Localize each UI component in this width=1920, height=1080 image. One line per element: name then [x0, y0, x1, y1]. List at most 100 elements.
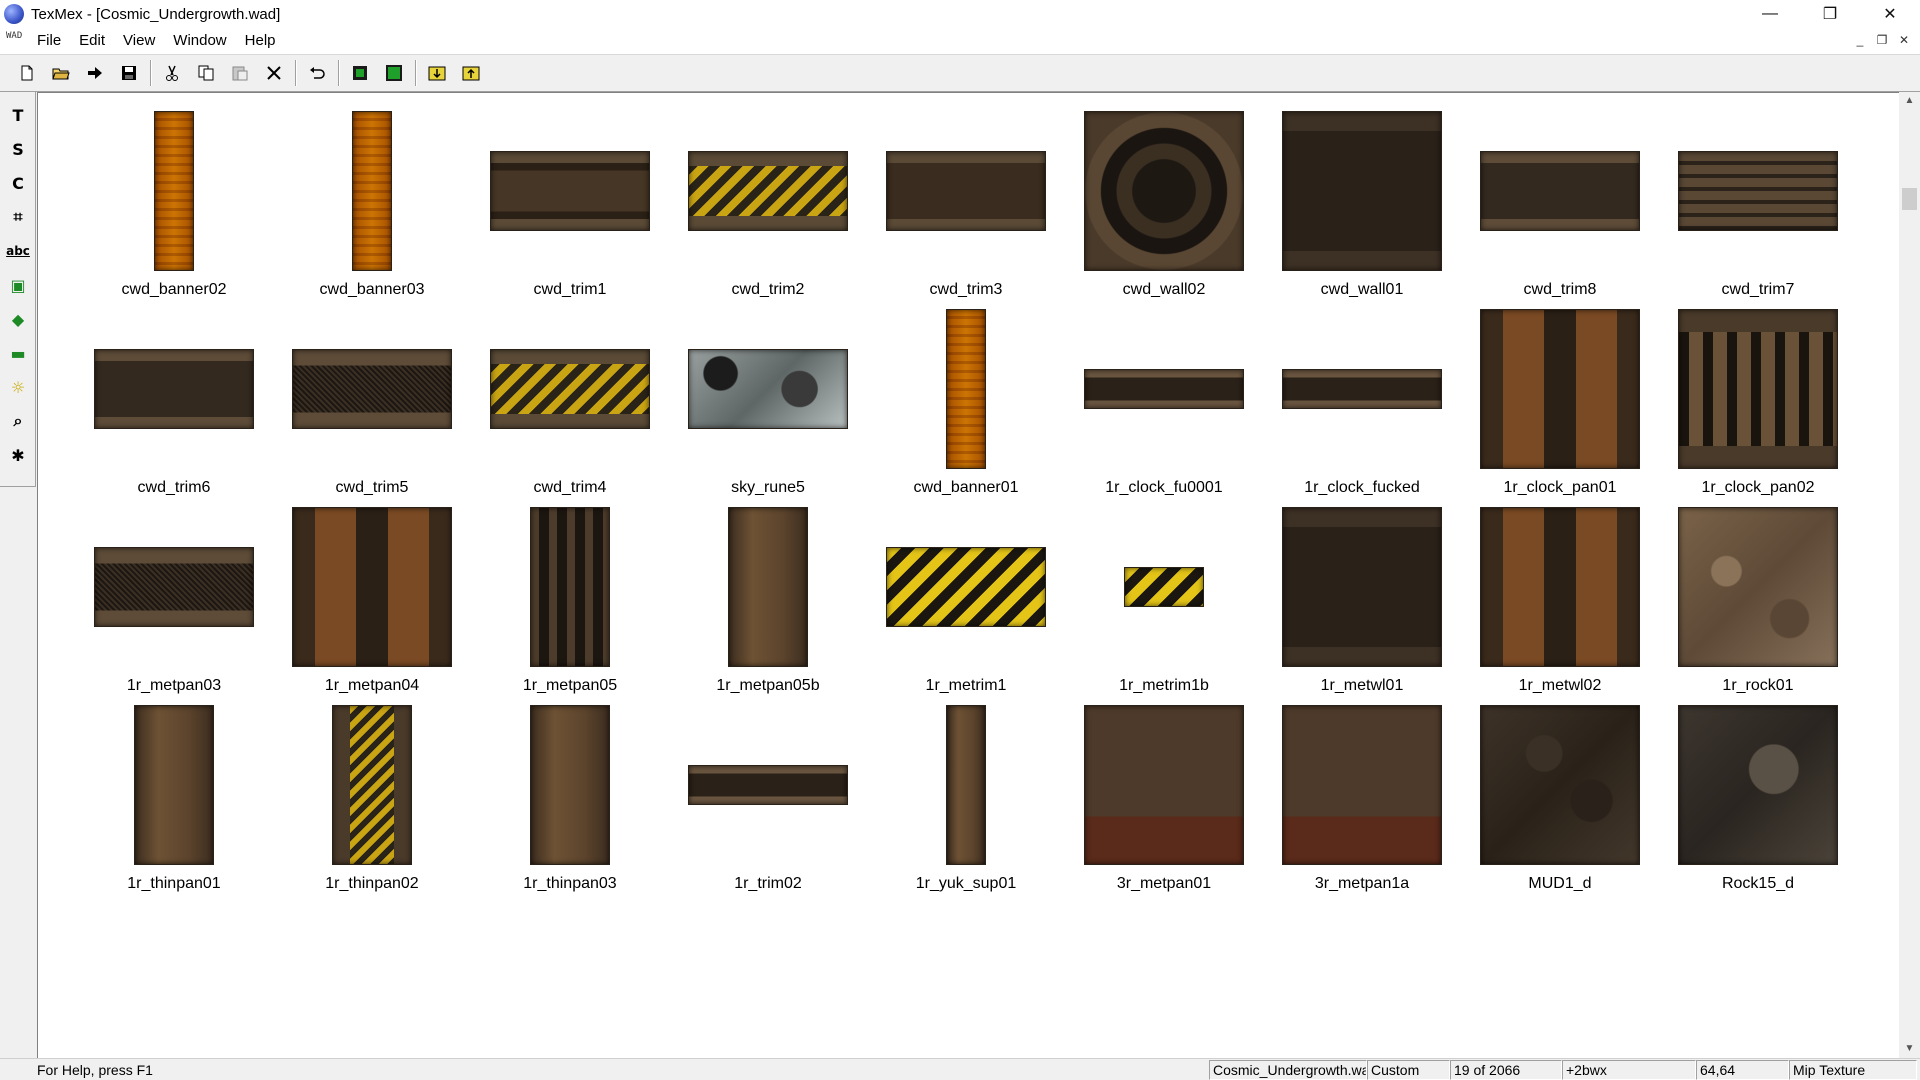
image-tool-button[interactable]: ▣	[0, 268, 36, 302]
texture-thumbnail[interactable]	[1282, 111, 1442, 271]
save-button[interactable]	[112, 58, 146, 88]
texture-thumbnail[interactable]	[292, 349, 452, 429]
stamp-tool-button[interactable]: S	[0, 132, 36, 166]
texture-thumbnail[interactable]	[490, 151, 650, 231]
texture-thumbnail[interactable]	[1480, 151, 1640, 231]
texture-tile[interactable]: 1r_clock_fu0001	[1065, 305, 1263, 503]
texture-tile[interactable]: cwd_trim7	[1659, 107, 1857, 305]
texture-tile[interactable]: cwd_wall02	[1065, 107, 1263, 305]
texture-thumbnail[interactable]	[1084, 111, 1244, 271]
menu-edit[interactable]: Edit	[70, 28, 114, 54]
gem-tool-button[interactable]: ◆	[0, 302, 36, 336]
texture-tile[interactable]: sky_rune5	[669, 305, 867, 503]
texture-tile[interactable]: MUD1_d	[1461, 701, 1659, 899]
texture-tile[interactable]: cwd_banner01	[867, 305, 1065, 503]
texture-tile[interactable]: 1r_metpan03	[75, 503, 273, 701]
minimize-button[interactable]: —	[1740, 0, 1800, 28]
menu-file[interactable]: File	[28, 28, 70, 54]
texture-thumbnail[interactable]	[1678, 507, 1838, 667]
doc-close-button[interactable]: ✕	[1896, 32, 1912, 48]
texture-tile[interactable]: 1r_clock_pan01	[1461, 305, 1659, 503]
copy-button[interactable]	[189, 58, 223, 88]
texture-thumbnail[interactable]	[154, 111, 194, 271]
maximize-button[interactable]: ❐	[1800, 0, 1860, 28]
texture-thumbnail[interactable]	[1282, 507, 1442, 667]
texture-tile[interactable]: 1r_rock01	[1659, 503, 1857, 701]
texture-thumbnail[interactable]	[352, 111, 392, 271]
vertical-scrollbar[interactable]: ▲ ▼	[1899, 92, 1920, 1058]
forward-button[interactable]	[78, 58, 112, 88]
texture-thumbnail[interactable]	[1124, 567, 1204, 607]
texture-thumbnail[interactable]	[530, 705, 610, 865]
texture-thumbnail[interactable]	[688, 151, 848, 231]
texture-thumbnail[interactable]	[1678, 309, 1838, 469]
texture-tile[interactable]: 1r_trim02	[669, 701, 867, 899]
texture-thumbnail[interactable]	[490, 349, 650, 429]
new-button[interactable]	[10, 58, 44, 88]
texture-tile[interactable]: 1r_metwl01	[1263, 503, 1461, 701]
texture-thumbnail[interactable]	[1084, 705, 1244, 865]
texture-tile[interactable]: cwd_trim5	[273, 305, 471, 503]
texture-tile[interactable]: 3r_metpan1a	[1263, 701, 1461, 899]
texture-thumbnail[interactable]	[1678, 151, 1838, 231]
texture-tile[interactable]: 1r_thinpan03	[471, 701, 669, 899]
texture-tile[interactable]: 1r_metpan05	[471, 503, 669, 701]
export-button[interactable]	[454, 58, 488, 88]
texture-thumbnail[interactable]	[134, 705, 214, 865]
texture-thumbnail[interactable]	[1480, 705, 1640, 865]
texture-thumbnail[interactable]	[94, 547, 254, 627]
brightness-tool-button[interactable]: ☼	[0, 370, 36, 404]
texture-tile[interactable]: Rock15_d	[1659, 701, 1857, 899]
rename-tool-button[interactable]: abc	[0, 234, 36, 268]
cut-button[interactable]	[155, 58, 189, 88]
texture-thumbnail[interactable]	[946, 309, 986, 469]
texture-thumbnail[interactable]	[1480, 309, 1640, 469]
texture-thumbnail[interactable]	[946, 705, 986, 865]
texture-tile[interactable]: cwd_trim4	[471, 305, 669, 503]
menu-window[interactable]: Window	[164, 28, 235, 54]
undo-button[interactable]	[300, 58, 334, 88]
texture-tile[interactable]: cwd_banner02	[75, 107, 273, 305]
figure-tool-button[interactable]: ✱	[0, 438, 36, 472]
close-button[interactable]: ✕	[1860, 0, 1920, 28]
zoom-tool-button[interactable]: ⌕	[0, 404, 36, 438]
paste-button[interactable]	[223, 58, 257, 88]
texture-thumbnail[interactable]	[728, 507, 808, 667]
document-icon[interactable]: WAD	[6, 31, 28, 51]
texture-tile[interactable]: 3r_metpan01	[1065, 701, 1263, 899]
texture-tile[interactable]: cwd_trim3	[867, 107, 1065, 305]
texture-tile[interactable]: cwd_banner03	[273, 107, 471, 305]
texture-thumbnail[interactable]	[530, 507, 610, 667]
crop-tool-button[interactable]: ⌗	[0, 200, 36, 234]
scroll-thumb[interactable]	[1902, 188, 1917, 210]
texture-thumbnail[interactable]	[1282, 705, 1442, 865]
texture-tile[interactable]: cwd_trim1	[471, 107, 669, 305]
doc-minimize-button[interactable]: _	[1852, 32, 1868, 48]
scroll-down-icon[interactable]: ▼	[1899, 1040, 1920, 1058]
delete-button[interactable]	[257, 58, 291, 88]
texture-tile[interactable]: 1r_clock_fucked	[1263, 305, 1461, 503]
bar-tool-button[interactable]: ▬	[0, 336, 36, 370]
texture-tile[interactable]: 1r_metrim1	[867, 503, 1065, 701]
texture-tile[interactable]: 1r_yuk_sup01	[867, 701, 1065, 899]
menu-help[interactable]: Help	[236, 28, 285, 54]
texture-thumbnail[interactable]	[94, 349, 254, 429]
text-tool-button[interactable]: T	[0, 98, 36, 132]
texture-thumbnail[interactable]	[332, 705, 412, 865]
texture-tile[interactable]: 1r_metrim1b	[1065, 503, 1263, 701]
texture-tile[interactable]: cwd_trim8	[1461, 107, 1659, 305]
texture-thumbnail[interactable]	[886, 151, 1046, 231]
texture-tile[interactable]: cwd_trim6	[75, 305, 273, 503]
open-button[interactable]	[44, 58, 78, 88]
texture-tile[interactable]: 1r_metpan05b	[669, 503, 867, 701]
texture-thumbnail[interactable]	[886, 547, 1046, 627]
texture-thumbnail[interactable]	[1480, 507, 1640, 667]
scroll-up-icon[interactable]: ▲	[1899, 92, 1920, 110]
texture-thumbnail[interactable]	[688, 349, 848, 429]
texture-thumbnail[interactable]	[292, 507, 452, 667]
texture-tile[interactable]: 1r_clock_pan02	[1659, 305, 1857, 503]
view-large-button[interactable]	[377, 58, 411, 88]
texture-tile[interactable]: 1r_thinpan02	[273, 701, 471, 899]
texture-tile[interactable]: 1r_metwl02	[1461, 503, 1659, 701]
texture-tile[interactable]: cwd_wall01	[1263, 107, 1461, 305]
